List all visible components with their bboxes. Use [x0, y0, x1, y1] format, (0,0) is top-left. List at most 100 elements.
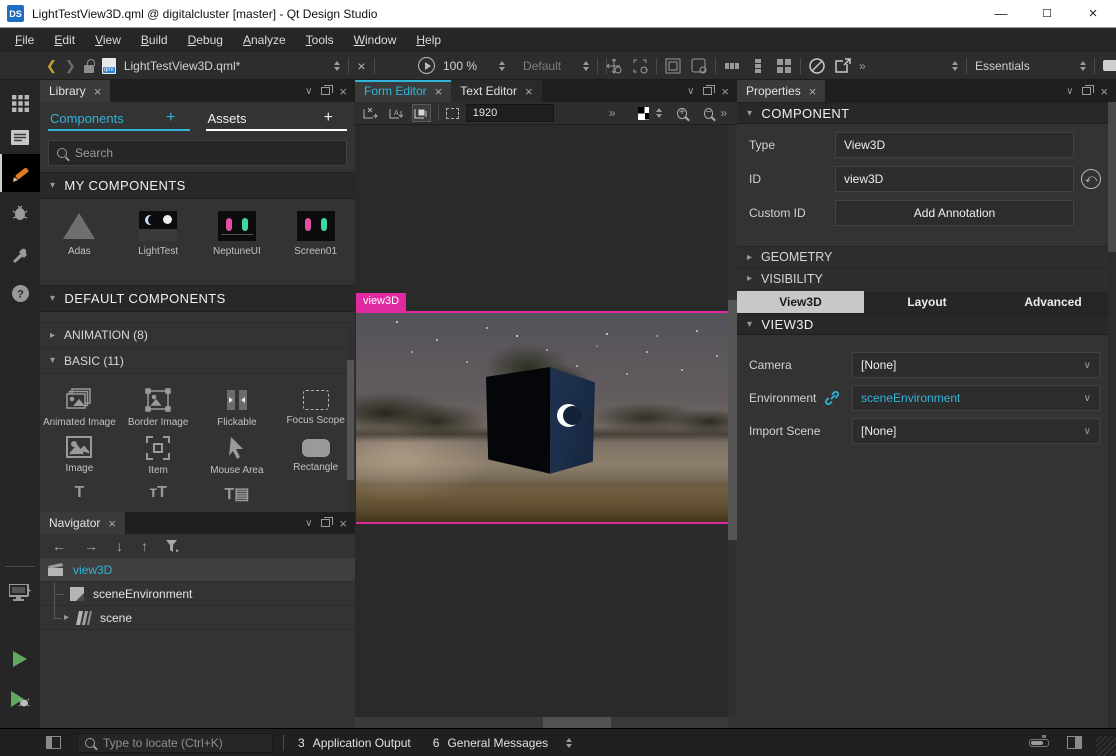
zoom-out-icon[interactable]: −	[704, 108, 714, 119]
component-item[interactable]: LightTest	[119, 203, 198, 285]
debug-run-button-icon[interactable]	[0, 682, 40, 716]
add-annotation-button[interactable]: Add Annotation	[835, 200, 1074, 226]
application-output-button[interactable]: Application Output	[313, 736, 411, 750]
id-field[interactable]: view3D	[835, 166, 1074, 192]
move-down-icon[interactable]: ↓	[116, 538, 123, 554]
welcome-mode-icon[interactable]	[0, 86, 40, 120]
component-item[interactable]: Border Image	[119, 380, 198, 428]
component-item[interactable]: Flickable	[198, 380, 277, 428]
move-up-icon[interactable]: ↑	[141, 538, 148, 554]
library-search-field[interactable]: Search	[48, 140, 347, 166]
view3d-render[interactable]	[356, 311, 728, 524]
component-item[interactable]: T	[40, 476, 119, 502]
library-tab[interactable]: Library ×	[40, 80, 110, 102]
menu-tools[interactable]: Tools	[297, 30, 343, 50]
projects-mode-icon[interactable]	[0, 238, 40, 272]
move-left-icon[interactable]: ←	[52, 538, 66, 554]
toolbar-overflow[interactable]: »	[859, 59, 866, 73]
export-icon[interactable]	[833, 57, 853, 75]
my-components-header[interactable]: ▾MY COMPONENTS	[40, 172, 355, 199]
kit-selector[interactable]: Default	[523, 59, 561, 73]
live-preview-icon[interactable]	[418, 57, 435, 74]
text-editor-tab[interactable]: Text Editor ×	[451, 80, 541, 102]
form-editor-tab-close-icon[interactable]: ×	[435, 84, 443, 99]
library-float-icon[interactable]	[321, 87, 330, 95]
toggle-left-sidebar-icon[interactable]	[46, 736, 61, 749]
filter-icon[interactable]	[166, 540, 179, 552]
general-messages-button[interactable]: General Messages	[447, 736, 548, 750]
toggle-right-sidebar-icon[interactable]	[1067, 736, 1082, 749]
component-item[interactable]: ᴛT	[119, 476, 198, 502]
import-scene-dropdown[interactable]: [None]∨	[852, 418, 1100, 444]
perspective-selector[interactable]: Essentials	[975, 59, 1030, 73]
view3d-section-header[interactable]: ▾VIEW3D	[737, 313, 1116, 335]
tab-view3d[interactable]: View3D	[737, 291, 864, 313]
component-item[interactable]: Rectangle	[276, 428, 355, 476]
resize-grip[interactable]	[1096, 736, 1116, 756]
navigator-close-icon[interactable]: ×	[339, 516, 347, 531]
kit-spinner[interactable]	[583, 61, 589, 71]
locator-field[interactable]: Type to locate (Ctrl+K)	[77, 733, 273, 753]
animation-group-row[interactable]: ▸ANIMATION (8)	[40, 322, 355, 348]
library-close-icon[interactable]: ×	[339, 84, 347, 99]
parent-component-icon[interactable]	[663, 57, 683, 75]
document-selector-spinner[interactable]	[334, 61, 340, 71]
component-item[interactable]: Image	[40, 428, 119, 476]
row-layout-icon[interactable]	[722, 57, 742, 75]
properties-scrollbar[interactable]	[1108, 102, 1116, 728]
navigator-collapse-icon[interactable]: ∨	[305, 518, 312, 529]
selection-tag[interactable]: view3D	[356, 293, 406, 311]
component-item[interactable]: Screen01	[276, 203, 355, 285]
menu-analyze[interactable]: Analyze	[234, 30, 295, 50]
menu-edit[interactable]: Edit	[45, 30, 84, 50]
menu-file[interactable]: File	[6, 30, 43, 50]
form-editor-canvas[interactable]: view3D	[355, 125, 737, 717]
current-document[interactable]: LightTestView3D.qml*	[124, 59, 241, 73]
forward-icon[interactable]: ❯	[65, 59, 76, 72]
canvas-hscrollbar[interactable]	[355, 717, 728, 728]
navigator-tab[interactable]: Navigator ×	[40, 512, 125, 534]
background-spinner[interactable]	[656, 108, 662, 118]
components-tab[interactable]: Components +	[40, 102, 198, 134]
column-layout-icon[interactable]	[748, 57, 768, 75]
properties-collapse-icon[interactable]: ∨	[1066, 86, 1073, 97]
close-button[interactable]: ×	[1070, 0, 1116, 27]
move-right-icon[interactable]: →	[84, 538, 98, 554]
visibility-section-header[interactable]: ▸VISIBILITY	[737, 268, 1116, 290]
library-collapse-icon[interactable]: ∨	[305, 86, 312, 97]
grid-layout-icon[interactable]	[774, 57, 794, 75]
component-section-header[interactable]: ▾COMPONENT	[737, 102, 1116, 124]
editor-float-icon[interactable]	[703, 87, 712, 95]
close-document-icon[interactable]: ×	[357, 59, 365, 73]
show-bounds-icon[interactable]	[446, 108, 459, 119]
properties-tab-close-icon[interactable]: ×	[809, 84, 817, 99]
help-mode-icon[interactable]: ?	[0, 276, 40, 310]
design-mode-icon[interactable]	[0, 154, 40, 192]
maximize-button[interactable]: ☐	[1024, 0, 1070, 27]
zoom-in-icon[interactable]: +	[677, 108, 687, 119]
snapping-icon[interactable]	[412, 104, 431, 122]
minimize-button[interactable]: —	[978, 0, 1024, 27]
camera-dropdown[interactable]: [None]∨	[852, 352, 1100, 378]
fe-toolbar-overflow-right[interactable]: »	[720, 106, 727, 120]
child-component-icon[interactable]	[689, 57, 709, 75]
binding-link-icon[interactable]	[825, 391, 839, 405]
component-item[interactable]: Focus Scope	[276, 380, 355, 428]
menu-debug[interactable]: Debug	[179, 30, 232, 50]
fe-toolbar-overflow[interactable]: »	[609, 106, 616, 120]
snapping-and-anchoring-icon[interactable]: A	[387, 104, 406, 122]
cube-model[interactable]	[486, 367, 595, 477]
id-reset-icon[interactable]: ⤺	[1081, 169, 1101, 189]
menu-view[interactable]: View	[86, 30, 130, 50]
properties-close-icon[interactable]: ×	[1100, 84, 1108, 99]
canvas-vscrollbar[interactable]	[728, 125, 737, 717]
navigator-float-icon[interactable]	[321, 519, 330, 527]
add-component-icon[interactable]: +	[166, 109, 175, 127]
zoom-spinner[interactable]	[499, 61, 505, 71]
output-pane-number[interactable]: 6	[433, 736, 440, 750]
navigator-row-sceneenvironment[interactable]: sceneEnvironment	[40, 582, 355, 606]
geometry-section-header[interactable]: ▸GEOMETRY	[737, 246, 1116, 268]
no-snapping-icon[interactable]	[361, 104, 380, 122]
output-pane-spinner[interactable]	[566, 738, 572, 748]
perspective-spinner-right[interactable]	[1080, 61, 1086, 71]
